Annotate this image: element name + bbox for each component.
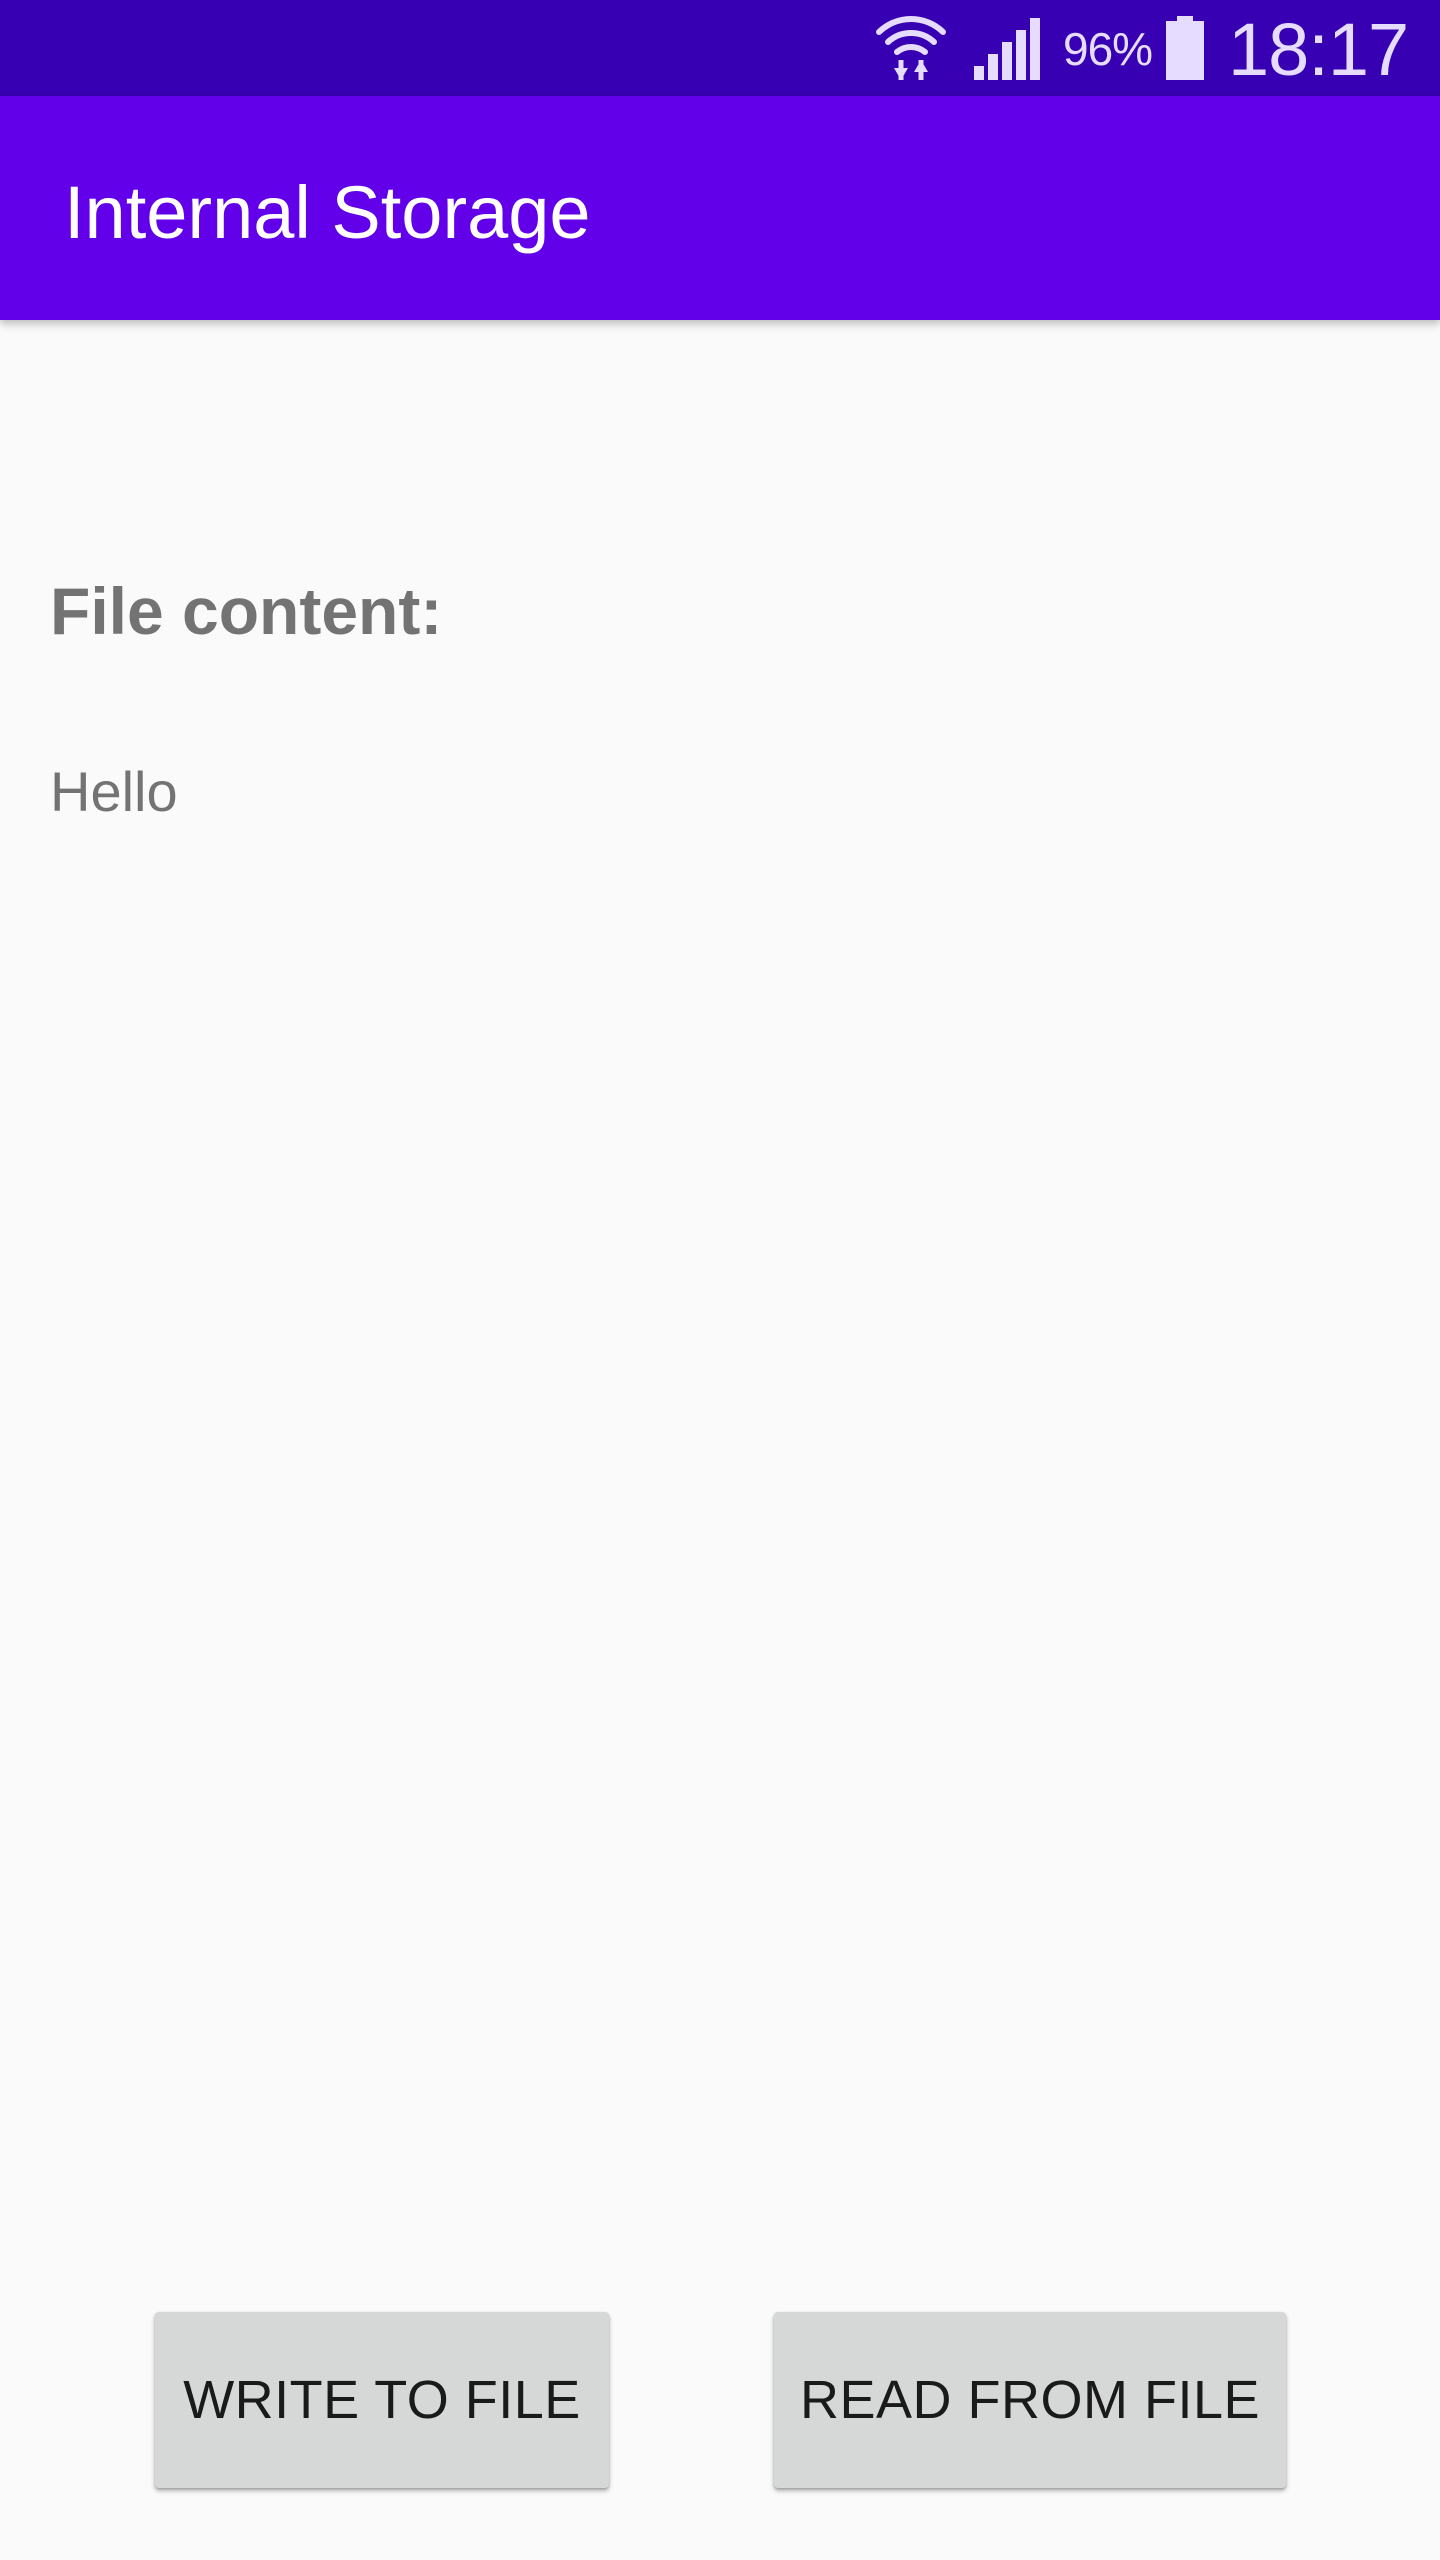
write-to-file-button[interactable]: WRITE TO FILE (155, 2312, 609, 2488)
battery-icon (1164, 16, 1206, 80)
app-bar: Internal Storage (0, 96, 1440, 320)
status-bar: 96% 18:17 (0, 0, 1440, 96)
file-content-text: Hello (50, 760, 178, 823)
app-title: Internal Storage (64, 171, 591, 254)
status-clock: 18:17 (1228, 8, 1409, 91)
battery-percent: 96% (1063, 23, 1153, 75)
read-from-file-button[interactable]: READ FROM FILE (774, 2312, 1286, 2488)
file-content-label: File content: (50, 574, 443, 648)
cellular-signal-icon (972, 16, 1040, 80)
wifi-data-icon (875, 10, 947, 82)
